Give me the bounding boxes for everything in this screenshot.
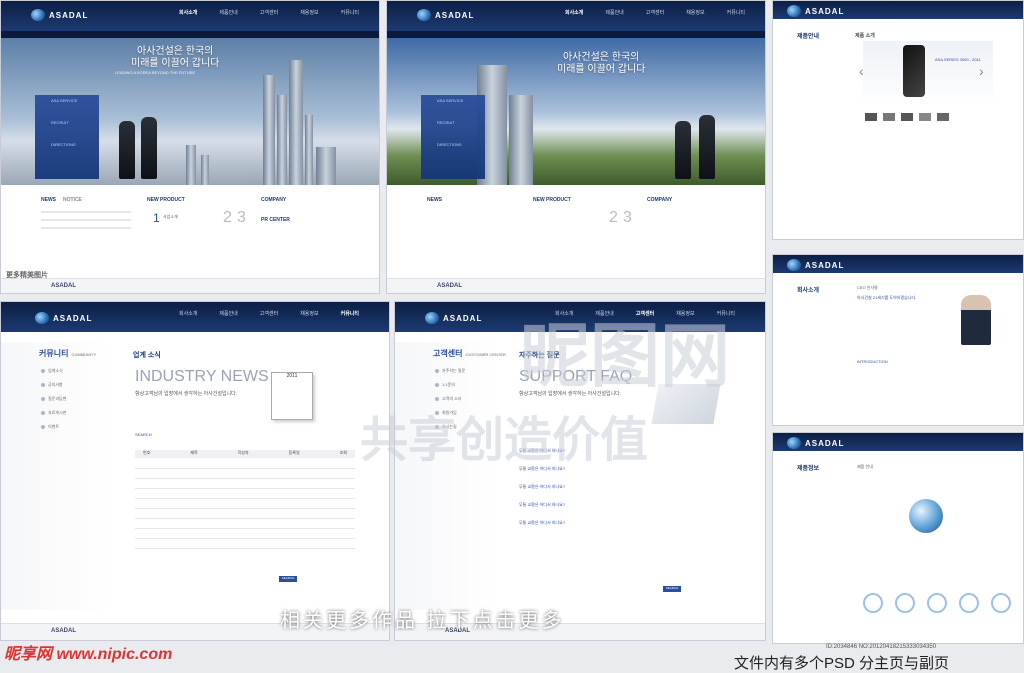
nav-item[interactable]: 제품안내 [219,9,237,16]
headline: INDUSTRY NEWS [135,368,269,385]
logo[interactable]: ASADAL [31,7,88,23]
home-page-preview-1: ASADAL 회사소개 제품안내 고객센터 채용정보 커뮤니티 아사건설은 한국… [0,0,380,294]
table-header: 번호 제목 작성자 등록일 조회 [135,450,355,458]
main-nav: 회사소개 제품안내 고객센터 채용정보 커뮤니티 [564,10,745,16]
community-page-preview: ASADAL 회사소개 제품안내 고객센터 채용정보 커뮤니티 커뮤니티 COMMUNIT… [0,301,390,641]
product-page-preview: ASADAL 제품안내 제품 소개 ASA SERIES 3000 - 2011… [772,0,1024,240]
ceo-photo [961,295,991,345]
site-logo: 昵享网 www.nipic.com [4,646,173,663]
home-page-preview-2: ASADAL 회사소개 제품안내 고객센터 채용정보 커뮤니티 아사건설은 한국… [386,0,766,294]
nav-item[interactable]: 고객센터 [260,9,278,16]
side-title: 커뮤니티 COMMUNITY [39,349,97,358]
product-info-preview: ASADAL 제품정보 제품 안내 [772,432,1024,644]
prev-arrow-icon[interactable]: ‹ [859,63,864,79]
logo[interactable]: ASADAL [417,7,474,23]
nav-item[interactable]: 채용정보 [300,9,318,16]
globe-logo-icon [31,9,45,21]
side-menu: 업계소식 공지사항 질문과답변 자료게시판 이벤트 [41,368,66,438]
globe-logo-icon [417,9,431,21]
nav-item[interactable]: 커뮤니티 [341,9,359,16]
nav-item[interactable]: 회사소개 [179,9,197,16]
business-people-photo [119,121,135,179]
book-magnifier-image [651,384,721,424]
globe-image [909,499,943,533]
support-page-preview: ASADAL 회사소개 제품안내 고객센터 채용정보 커뮤니티 고객센터 CUSTOMER… [394,301,766,641]
ceo-page-preview: ASADAL 회사소개 CEO 인사말 아사건설 21세기를 도약하겠습니다. … [772,254,1024,426]
search-button[interactable]: SEARCH [663,586,681,592]
search-button[interactable]: SEARCH [279,576,297,582]
calendar-image: 2011 [271,372,313,420]
more-works-banner[interactable]: 相关更多作品 拉下点击更多 [280,604,565,633]
main-nav: 회사소개 제품안내 고객센터 채용정보 커뮤니티 [179,9,359,16]
service-box: ASA SERVICE RECRUIT DIRECTIONS [35,95,99,179]
phone-image [903,45,925,97]
headline: SUPPORT FAQ [519,368,633,385]
next-arrow-icon[interactable]: › [979,63,984,79]
hero-title: 아사건설은 한국의 미래를 이끌어 갑니다 [131,46,220,69]
footer: ASADAL [1,278,379,293]
